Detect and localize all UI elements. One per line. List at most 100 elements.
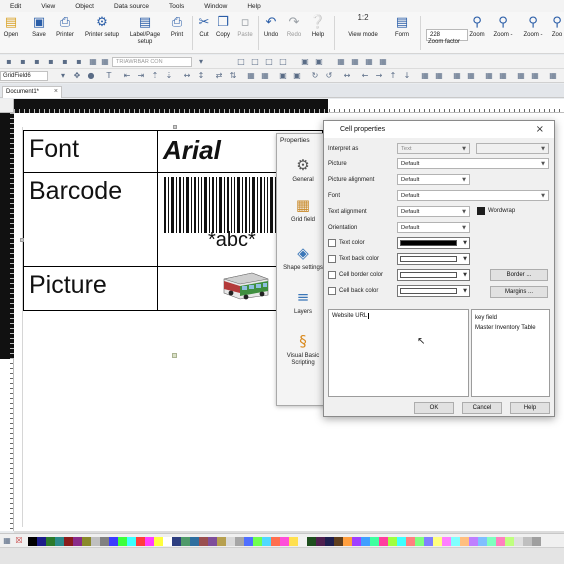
palette-swatch[interactable] <box>163 537 172 546</box>
table-cell-font-label[interactable]: Font <box>24 131 158 173</box>
interpret-as-select[interactable]: Text ▼ <box>397 143 470 154</box>
palette-swatch[interactable] <box>145 537 154 546</box>
palette-swatch[interactable] <box>325 537 334 546</box>
font-select[interactable]: Default ▼ <box>397 190 549 201</box>
palette-swatch[interactable] <box>271 537 280 546</box>
palette-swatch[interactable] <box>478 537 487 546</box>
group-icon[interactable]: ▦ <box>246 71 256 81</box>
picture-alignment-select[interactable]: Default ▼ <box>397 174 470 185</box>
palette-swatch[interactable] <box>262 537 271 546</box>
palette-swatch[interactable] <box>208 537 217 546</box>
arrow-right-icon[interactable]: → <box>374 71 384 81</box>
spacing-v-icon[interactable]: ▦ <box>466 71 476 81</box>
palette-swatch[interactable] <box>505 537 514 546</box>
underline-icon[interactable]: ▪ <box>32 57 42 67</box>
align-right-icon[interactable]: ⇥ <box>136 71 146 81</box>
palette-swatch[interactable] <box>37 537 46 546</box>
palette-swatch[interactable] <box>397 537 406 546</box>
printer-setup-button[interactable]: ⚙ Printer setup <box>82 14 122 52</box>
zoom-button[interactable]: ⚲ Zoom <box>468 14 486 52</box>
printer-button[interactable]: ⎙ Printer <box>53 14 77 52</box>
interpret-as-extra-select[interactable]: ▼ <box>476 143 549 154</box>
palette-swatch[interactable] <box>406 537 415 546</box>
palette-swatch[interactable] <box>442 537 451 546</box>
cell-border-color-picker[interactable]: ▼ <box>397 269 470 281</box>
spacing-icon[interactable]: ▦ <box>452 71 462 81</box>
redo-button[interactable]: ↷ Redo <box>285 14 303 52</box>
ok-button[interactable]: OK <box>414 402 454 414</box>
palette-swatch[interactable] <box>217 537 226 546</box>
palette-swatch[interactable] <box>451 537 460 546</box>
palette-swatch[interactable] <box>199 537 208 546</box>
palette-swatch[interactable] <box>190 537 199 546</box>
palette-swatch[interactable] <box>379 537 388 546</box>
center-v-icon[interactable]: ▦ <box>434 71 444 81</box>
help-button[interactable]: ❔ Help <box>309 14 327 52</box>
cell-text-input[interactable]: Website URL <box>328 309 469 397</box>
size-icon[interactable]: ▾ <box>196 57 206 67</box>
palette-swatch[interactable] <box>370 537 379 546</box>
palette-swatch[interactable] <box>415 537 424 546</box>
palette-swatch[interactable] <box>55 537 64 546</box>
center-h-icon[interactable]: ▦ <box>420 71 430 81</box>
back-icon[interactable]: ▣ <box>292 71 302 81</box>
key-field-list[interactable]: key field Master Inventory Table <box>471 309 550 397</box>
palette-swatch[interactable] <box>289 537 298 546</box>
image-icon-2[interactable]: ▣ <box>314 57 324 67</box>
image-icon[interactable]: ▣ <box>300 57 310 67</box>
cut-button[interactable]: ✂ Cut <box>196 14 212 52</box>
anchor-marker[interactable] <box>172 353 177 358</box>
cancel-button[interactable]: Cancel <box>462 402 502 414</box>
size-width-icon[interactable]: ⇄ <box>214 71 224 81</box>
tab-document1[interactable]: Document1* × <box>2 86 62 98</box>
view-mode-button[interactable]: 1:2 View mode <box>343 14 383 52</box>
align-top-icon[interactable]: ⇡ <box>150 71 160 81</box>
palette-swatch[interactable] <box>181 537 190 546</box>
panel-item-grid-field[interactable]: ▦ Grid field <box>277 196 329 224</box>
orientation-select[interactable]: Default ▼ <box>397 222 470 233</box>
layout-icon[interactable]: ▦ <box>336 57 346 67</box>
undo-button[interactable]: ↶ Undo <box>261 14 281 52</box>
label-page-setup-button[interactable]: ▤ Label/Page setup <box>126 14 164 52</box>
ruler-icon[interactable]: ▦ <box>516 71 526 81</box>
help-dialog-button[interactable]: Help <box>510 402 550 414</box>
paste-button[interactable]: ▫ Paste <box>236 14 254 52</box>
distribute-icon[interactable]: ↔ <box>182 71 192 81</box>
more-icon[interactable]: ▦ <box>548 71 558 81</box>
palette-swatch[interactable] <box>496 537 505 546</box>
picture-select[interactable]: Default ▼ <box>397 158 549 169</box>
layout-icon-2[interactable]: ▦ <box>350 57 360 67</box>
palette-swatch[interactable] <box>433 537 442 546</box>
palette-swatch[interactable] <box>352 537 361 546</box>
selection-handle[interactable] <box>173 125 177 129</box>
move-icon[interactable]: ✥ <box>72 71 82 81</box>
text-back-color-checkbox[interactable] <box>328 255 336 263</box>
zoom-minus-button-2[interactable]: ⚲ Zoom - <box>520 14 546 52</box>
border-button[interactable]: Border ... <box>490 269 548 281</box>
field-combo[interactable]: GridField6 <box>0 71 48 81</box>
front-icon[interactable]: ▣ <box>278 71 288 81</box>
palette-swatch[interactable] <box>28 537 37 546</box>
palette-swatch[interactable] <box>136 537 145 546</box>
form-button[interactable]: ▤ Form <box>392 14 412 52</box>
open-button[interactable]: ▤ Open <box>1 14 21 52</box>
palette-swatch[interactable] <box>298 537 307 546</box>
text-back-color-picker[interactable]: ▼ <box>397 253 470 265</box>
menu-object[interactable]: Object <box>65 3 104 10</box>
text-tool-icon[interactable]: T <box>104 71 114 81</box>
palette-swatch[interactable] <box>469 537 478 546</box>
text-alignment-select[interactable]: Default ▼ <box>397 206 470 217</box>
size-height-icon[interactable]: ⇅ <box>228 71 238 81</box>
lock-icon[interactable]: ● <box>86 71 96 81</box>
palette-swatch[interactable] <box>514 537 523 546</box>
wordwrap-checkbox[interactable] <box>477 207 485 215</box>
menu-window[interactable]: Window <box>194 3 237 10</box>
palette-swatch[interactable] <box>253 537 262 546</box>
layout-icon-4[interactable]: ▦ <box>378 57 388 67</box>
zoom-button-2[interactable]: ⚲ Zoo <box>550 14 564 52</box>
panel-item-shape-settings[interactable]: ◈ Shape settings <box>277 244 329 272</box>
arrow-up-icon[interactable]: ↑ <box>388 71 398 81</box>
table-cell-picture-label[interactable]: Picture <box>24 267 158 311</box>
palette-swatch[interactable] <box>127 537 136 546</box>
align-bottom-icon[interactable]: ⇣ <box>164 71 174 81</box>
